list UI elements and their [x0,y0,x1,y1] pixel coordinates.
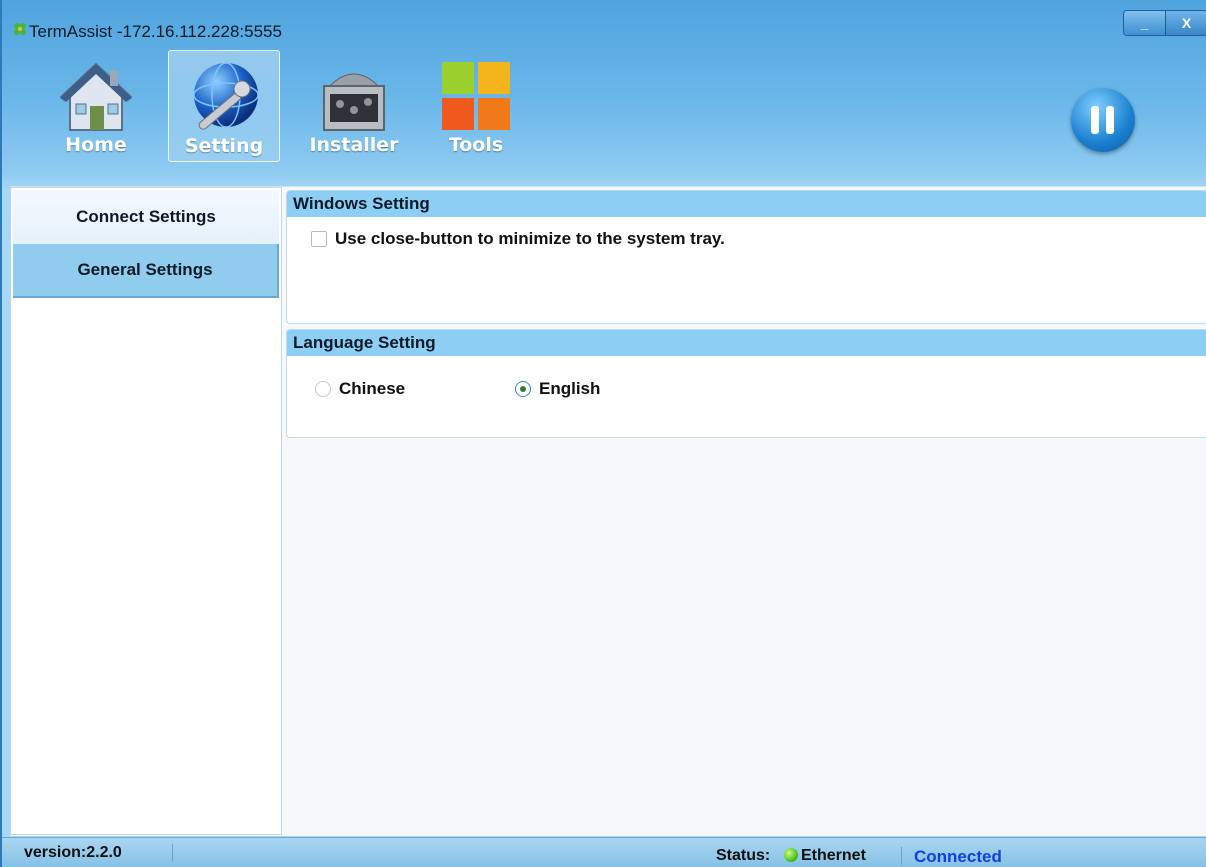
toolbar-tools-label: Tools [448,134,504,156]
connection-status: Connected [914,847,1002,866]
chinese-label: Chinese [339,379,406,398]
sidebar-item-connect-settings[interactable]: Connect Settings [13,190,279,244]
english-radio[interactable] [515,381,531,397]
sidebar-item-general-settings[interactable]: General Settings [13,244,279,298]
toolbar-setting-label: Setting [184,135,264,157]
language-option-english[interactable]: English [515,379,600,399]
globe-wrench-icon [193,62,259,130]
settings-sidebar: Connect Settings General Settings [10,187,282,835]
settings-panel: Connect Settings General Settings Window… [10,186,1206,836]
tiles-icon [442,62,510,130]
chinese-radio[interactable] [315,381,331,397]
pause-button[interactable] [1071,88,1135,152]
window-controls: _ X [1123,10,1206,36]
clover-logo-icon [14,23,26,35]
status-divider [172,844,173,862]
app-window: TermAssist -172.16.112.228:5555 _ X Home [0,0,1206,867]
main-toolbar: Home Setting Installer Tools [2,44,1206,184]
minimize-button[interactable]: _ [1124,11,1165,35]
window-title: TermAssist -172.16.112.228:5555 [29,22,282,41]
close-button[interactable]: X [1165,11,1206,35]
toolbar-tools[interactable]: Tools [420,50,532,162]
toolbar-home[interactable]: Home [40,50,152,162]
minimize-to-tray-option[interactable]: Use close-button to minimize to the syst… [311,229,725,249]
toolbar-setting[interactable]: Setting [168,50,280,162]
minimize-to-tray-label: Use close-button to minimize to the syst… [335,229,725,248]
interface-text: Ethernet [801,847,866,864]
status-label: Status: [716,847,771,864]
status-bar: version:2.2.0 Status: Ethernet Connected [2,837,1206,867]
minimize-to-tray-checkbox[interactable] [311,231,327,247]
sidebar-item-label: General Settings [77,260,213,279]
toolbar-installer[interactable]: Installer [298,50,410,162]
status-indicator-icon [784,848,798,862]
windows-setting-group: Windows Setting Use close-button to mini… [286,190,1206,324]
sidebar-item-label: Connect Settings [76,207,216,226]
installer-box-icon [323,73,385,131]
language-setting-title: Language Setting [287,330,1206,356]
title-bar: TermAssist -172.16.112.228:5555 _ X [2,0,1206,44]
toolbar-home-label: Home [65,134,127,156]
language-option-chinese[interactable]: Chinese [315,379,405,399]
version-text: version:2.2.0 [24,844,122,861]
language-setting-group: Language Setting Chinese English [286,329,1206,438]
english-label: English [539,379,601,398]
toolbar-installer-label: Installer [309,134,399,156]
status-divider [901,847,902,865]
house-icon [59,62,133,131]
windows-setting-title: Windows Setting [287,191,1206,217]
